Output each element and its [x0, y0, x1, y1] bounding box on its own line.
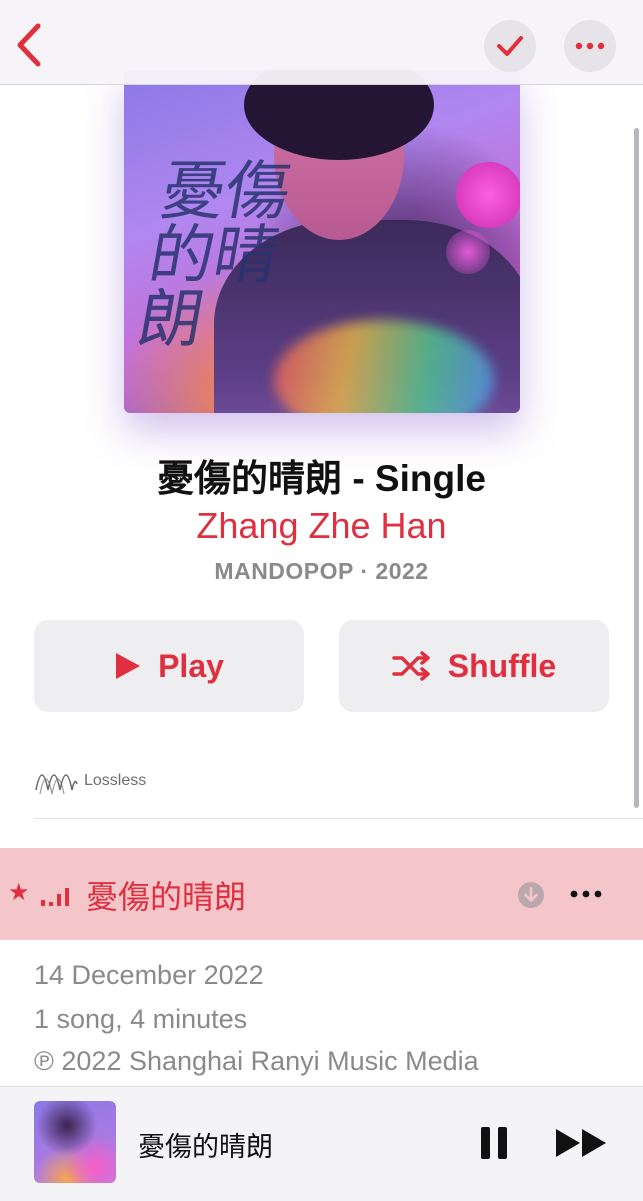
- track-title: 憂傷的晴朗: [86, 879, 247, 915]
- download-icon[interactable]: [517, 881, 545, 909]
- shuffle-icon: [392, 651, 430, 681]
- forward-icon[interactable]: [554, 1127, 610, 1159]
- equalizer-icon: [41, 888, 69, 906]
- album-genre-year: MANDOPOP · 2022: [214, 558, 429, 584]
- artwork-light-orb: [456, 162, 520, 228]
- lossless-waveform-icon: [35, 774, 78, 795]
- play-button-label: Play: [158, 647, 224, 684]
- shuffle-button-label: Shuffle: [447, 647, 557, 684]
- track-row[interactable]: ★ 憂傷的晴朗: [0, 848, 643, 940]
- copyright: ℗ 2022 Shanghai Ranyi Music Media: [34, 1046, 479, 1076]
- navigation-bar: [0, 0, 643, 85]
- shuffle-button[interactable]: Shuffle: [339, 620, 609, 712]
- lossless-badge[interactable]: Lossless: [34, 766, 146, 796]
- pause-icon[interactable]: [478, 1125, 510, 1161]
- play-icon: [116, 653, 141, 679]
- mini-player[interactable]: 憂傷的晴朗: [0, 1086, 643, 1201]
- more-options-button[interactable]: [564, 20, 616, 72]
- artist-link[interactable]: Zhang Zhe Han: [0, 505, 643, 547]
- ellipsis-icon: [575, 42, 605, 50]
- now-playing-title[interactable]: 憂傷的晴朗: [138, 1125, 273, 1164]
- track-more-button[interactable]: [568, 874, 604, 914]
- song-count: 1 song, 4 minutes: [34, 1004, 248, 1034]
- lossless-label: Lossless: [84, 772, 147, 789]
- add-to-library-button[interactable]: [484, 20, 536, 72]
- star-icon: ★: [8, 879, 30, 906]
- play-button[interactable]: Play: [34, 620, 304, 712]
- divider: [34, 818, 643, 819]
- chevron-left-icon: [17, 23, 41, 67]
- album-artwork: 憂傷的晴朗: [124, 70, 520, 413]
- album-title: 憂傷的晴朗 - Single: [157, 458, 486, 499]
- artwork-light-orb: [446, 230, 490, 274]
- scrollbar[interactable]: [634, 128, 639, 808]
- back-button[interactable]: [10, 22, 50, 68]
- mini-player-artwork[interactable]: [34, 1101, 116, 1183]
- checkmark-icon: [497, 36, 523, 56]
- release-date: 14 December 2022: [34, 960, 264, 990]
